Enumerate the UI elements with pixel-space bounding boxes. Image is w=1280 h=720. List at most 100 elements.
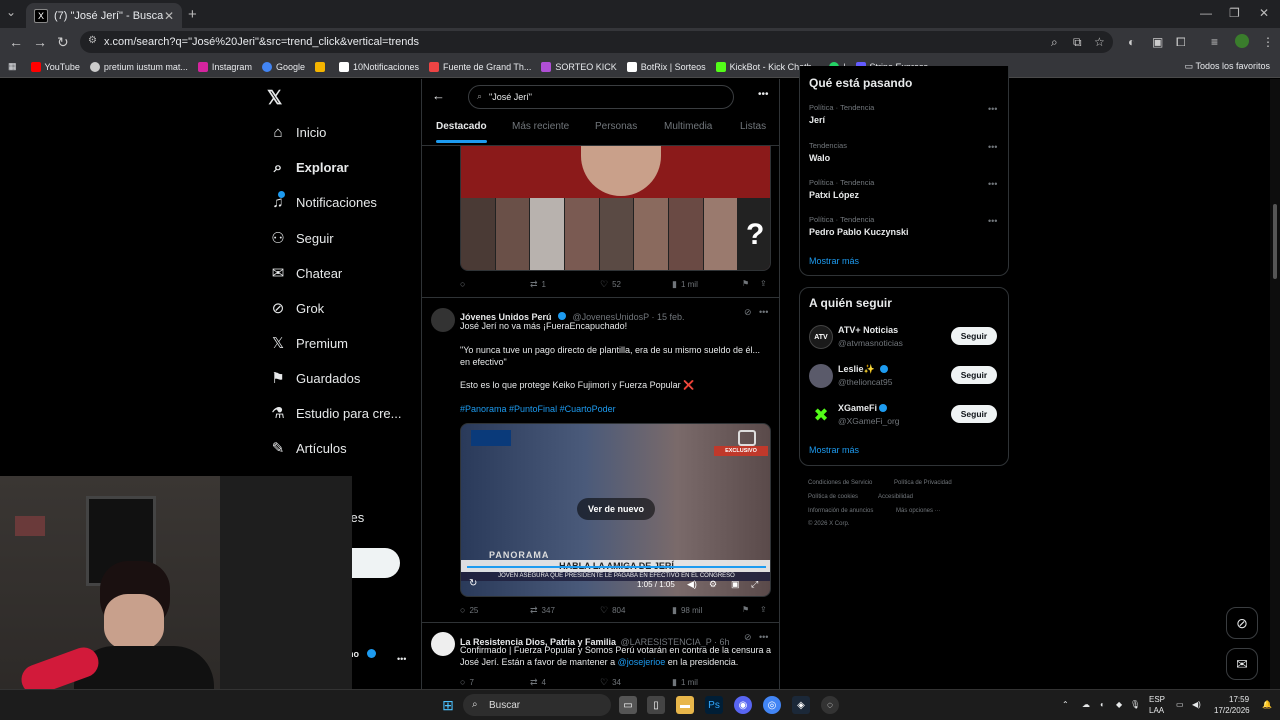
trend-more-icon[interactable]: ••• (988, 104, 997, 114)
profile-more-icon[interactable]: ••• (397, 654, 406, 664)
video-progress-bar[interactable] (467, 566, 766, 568)
discord-icon[interactable]: ◉ (734, 696, 752, 714)
page-scrollbar[interactable] (1270, 79, 1280, 689)
volume-icon[interactable]: ◀) (1192, 700, 1201, 709)
follow-show-more[interactable]: Mostrar más (809, 445, 859, 455)
trend-more-icon[interactable]: ••• (988, 216, 997, 226)
address-bar[interactable]: ⚙ x.com/search?q="José%20Jeri"&src=trend… (80, 31, 1113, 53)
settings-icon[interactable]: ⚙ (709, 579, 717, 590)
bookmark-pretium[interactable]: pretium iustum mat... (89, 61, 188, 72)
minimize-icon[interactable]: — (1200, 6, 1212, 20)
zoom-icon[interactable]: ⌕ (1051, 35, 1058, 50)
clock-time[interactable]: 17:59 (1229, 695, 1249, 704)
nav-inicio[interactable]: ⌂ Inicio (268, 124, 326, 141)
nav-explorar[interactable]: ⌕ Explorar (268, 159, 349, 176)
tweet-hashtags[interactable]: #Panorama #PuntoFinal #CuartoPoder (460, 404, 770, 416)
grok-icon[interactable]: ⊘ (744, 307, 752, 318)
photoshop-icon[interactable]: Ps (705, 696, 723, 714)
like-count[interactable]: ♡ 804 (600, 605, 625, 616)
back-icon[interactable]: ← (9, 34, 23, 50)
footer-link[interactable]: Política de cookies (808, 494, 858, 500)
nav-guardados[interactable]: ⚑ Guardados (268, 369, 360, 387)
view-count[interactable]: ▮ 98 mil (672, 605, 702, 616)
avatar[interactable]: ATV (809, 325, 833, 349)
grok-fab-icon[interactable]: ⊘ (1226, 607, 1258, 639)
extension-icon[interactable]: ◐ (1128, 35, 1135, 49)
nav-estudio[interactable]: ⚗ Estudio para cre... (268, 404, 401, 422)
reload-icon[interactable]: ↻ (57, 34, 69, 51)
bookmark-sorteo-kick[interactable]: SORTEO KICK (541, 61, 617, 72)
trend-more-icon[interactable]: ••• (988, 142, 997, 152)
apps-icon[interactable]: ▦ (8, 61, 17, 72)
tray-app-icon[interactable]: ◐ (1100, 700, 1105, 709)
pip-icon[interactable]: ▣ (731, 579, 740, 590)
reply-count[interactable]: ○ 7 (460, 677, 474, 687)
grok-icon[interactable]: ⊘ (744, 632, 752, 643)
taskbar-search[interactable]: ⌕ Buscar (463, 694, 611, 716)
bookmark-icon[interactable]: ⚑ (742, 279, 749, 288)
chrome-icon[interactable]: ◎ (763, 696, 781, 714)
media-icon[interactable]: ≡ (1211, 35, 1218, 49)
tab-listas[interactable]: Listas (740, 121, 766, 132)
trend-name[interactable]: Patxi López (809, 190, 859, 200)
trend-more-icon[interactable]: ••• (988, 179, 997, 189)
tray-chevron-icon[interactable]: ⌃ (1062, 700, 1069, 709)
fullscreen-icon[interactable]: ⤢ (751, 579, 758, 590)
bookmark-unnamed[interactable] (314, 61, 329, 72)
tweet-image[interactable]: ? (460, 145, 771, 271)
footer-link[interactable]: Accesibilidad (878, 494, 913, 500)
like-count[interactable]: ♡ 52 (600, 279, 621, 290)
search-input[interactable]: ⌕ "José Jerí" (468, 85, 734, 109)
site-info-icon[interactable]: ⚙ (88, 35, 97, 46)
replay-button[interactable]: Ver de nuevo (577, 498, 655, 520)
volume-icon[interactable]: ◀) (687, 579, 697, 590)
footer-link[interactable]: Información de anuncios (808, 508, 873, 514)
tab-multimedia[interactable]: Multimedia (664, 121, 712, 132)
mention-link[interactable]: @josejerioe (618, 657, 666, 667)
share-icon[interactable]: ⇪ (760, 605, 767, 614)
footer-link[interactable]: Política de Privacidad (894, 480, 952, 486)
scrollbar-thumb[interactable] (1273, 204, 1277, 279)
reply-count[interactable]: ○ 25 (460, 605, 478, 615)
tab-destacado[interactable]: Destacado (436, 121, 487, 143)
more-options-icon[interactable]: ••• (758, 89, 769, 100)
avatar[interactable]: ✖ (809, 403, 833, 427)
bookmark-fuente-gta[interactable]: Fuente de Grand Th... (429, 61, 531, 72)
footer-link[interactable]: Condiciones de Servicio (808, 480, 872, 486)
bookmark-icon[interactable]: ⚑ (742, 605, 749, 614)
all-bookmarks[interactable]: ▭ Todos los favoritos (1185, 61, 1270, 72)
more-icon[interactable]: ••• (759, 632, 768, 642)
nav-premium[interactable]: 𝕏 Premium (268, 334, 348, 352)
video-player[interactable]: EXCLUSIVO Ver de nuevo PANORAMA HABLA LA… (460, 423, 771, 597)
tray-app-icon[interactable]: ◆ (1116, 700, 1122, 709)
microphone-icon[interactable]: 🎙 (1130, 700, 1140, 709)
share-icon[interactable]: ⇪ (760, 279, 767, 288)
account-name[interactable]: XGameFi (838, 403, 877, 413)
install-icon[interactable]: ⧉ (1073, 35, 1082, 50)
view-count[interactable]: ▮ 1 mil (672, 279, 698, 290)
profile-avatar[interactable] (1235, 34, 1249, 48)
new-tab-icon[interactable]: + (188, 6, 197, 23)
restore-icon[interactable]: ❐ (1229, 6, 1240, 20)
bookmark-botrix[interactable]: BotRix | Sorteos (626, 61, 706, 72)
follow-button[interactable]: Seguir (951, 366, 997, 384)
nav-grok[interactable]: ⊘ Grok (268, 299, 324, 317)
tab-search-icon[interactable]: ⌄ (6, 5, 16, 19)
app-icon[interactable]: ◌ (821, 696, 839, 714)
nav-notificaciones[interactable]: ♫ Notificaciones (268, 191, 377, 211)
avatar[interactable] (809, 364, 833, 388)
account-name[interactable]: ATV+ Noticias (838, 325, 898, 335)
nav-articulos[interactable]: ✎ Artículos (268, 439, 347, 457)
retweet-count[interactable]: ⇄ 4 (530, 677, 546, 688)
avatar[interactable] (431, 308, 455, 332)
more-icon[interactable]: ••• (759, 307, 768, 317)
bookmark-10notificaciones[interactable]: 10Notificaciones (338, 61, 419, 72)
clock-date[interactable]: 17/2/2026 (1214, 706, 1250, 715)
nav-chatear[interactable]: ✉ Chatear (268, 264, 343, 282)
follow-button[interactable]: Seguir (951, 405, 997, 423)
reply-count[interactable]: ○ (460, 279, 469, 289)
menu-icon[interactable]: ⋮ (1262, 35, 1274, 49)
tab-personas[interactable]: Personas (595, 121, 637, 132)
steam-icon[interactable]: ◈ (792, 696, 810, 714)
trends-show-more[interactable]: Mostrar más (809, 256, 859, 266)
